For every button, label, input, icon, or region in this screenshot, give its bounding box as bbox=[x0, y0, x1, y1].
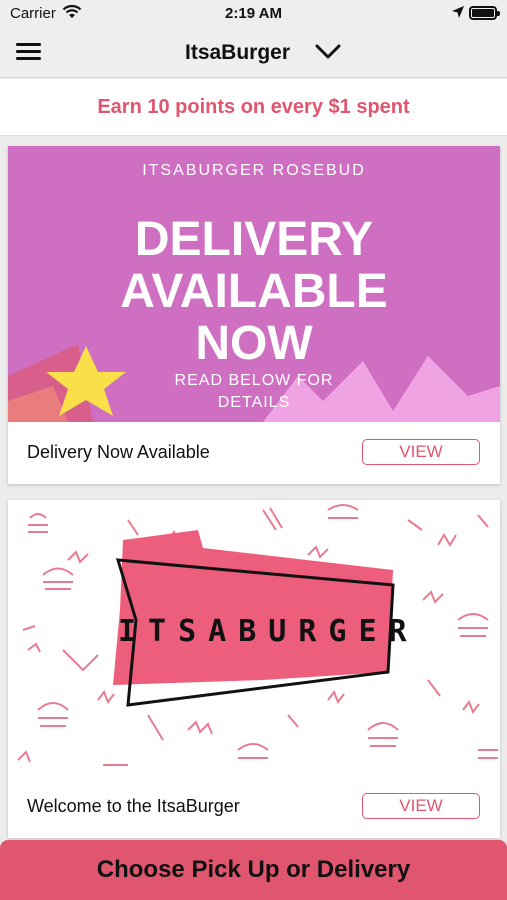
chevron-down-icon[interactable] bbox=[312, 38, 344, 66]
promo-kicker: ITSABURGER ROSEBUD bbox=[142, 162, 366, 179]
itsaburger-logo-text: ITSABURGER bbox=[118, 614, 419, 649]
clock: 2:19 AM bbox=[225, 5, 282, 22]
view-button[interactable]: VIEW bbox=[362, 793, 480, 819]
view-button[interactable]: VIEW bbox=[362, 439, 480, 465]
choose-pickup-delivery-button[interactable]: Choose Pick Up or Delivery bbox=[0, 840, 507, 900]
card-caption: Delivery Now Available bbox=[27, 442, 210, 462]
points-banner: Earn 10 points on every $1 spent bbox=[0, 79, 507, 136]
nav-bar: ItsaBurger bbox=[0, 28, 507, 78]
promo-headline-line: NOW bbox=[195, 317, 313, 370]
logo-ribbon bbox=[113, 530, 393, 685]
delivery-promo-image: ITSABURGER ROSEBUD DELIVERY AVAILABLE NO… bbox=[8, 146, 500, 422]
location-arrow-icon bbox=[452, 6, 464, 18]
battery-icon bbox=[469, 6, 500, 20]
store-title[interactable]: ItsaBurger bbox=[185, 41, 290, 65]
promo-headline-line: AVAILABLE bbox=[120, 265, 388, 318]
card-caption: Welcome to the ItsaBurger bbox=[27, 796, 240, 816]
hamburger-menu-icon[interactable] bbox=[14, 38, 44, 66]
promo-subtext-line: DETAILS bbox=[217, 394, 291, 411]
promo-headline-line: DELIVERY bbox=[134, 213, 374, 266]
welcome-logo-image: ITSABURGER bbox=[8, 500, 500, 776]
promo-card[interactable]: ITSABURGER Welcome to the ItsaBurger VIE… bbox=[8, 500, 500, 838]
promo-card[interactable]: ITSABURGER ROSEBUD DELIVERY AVAILABLE NO… bbox=[8, 146, 500, 484]
promo-subtext-line: READ BELOW FOR bbox=[174, 372, 334, 389]
status-bar: Carrier 2:19 AM bbox=[0, 0, 507, 28]
